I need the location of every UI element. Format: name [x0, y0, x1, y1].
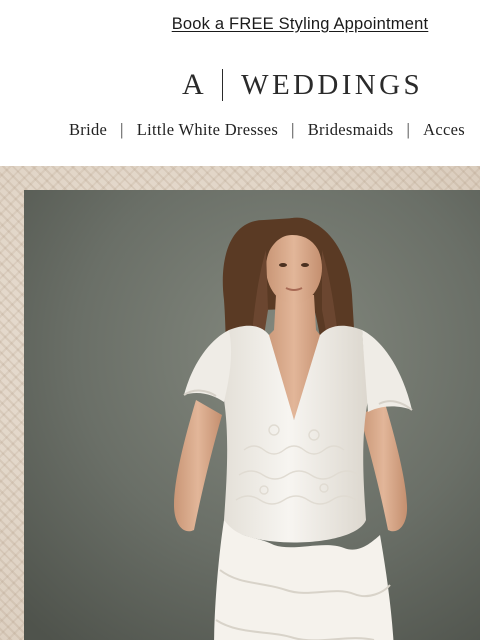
category-nav: Bride | Little White Dresses | Bridesmai… [69, 120, 465, 140]
styling-appointment-link[interactable]: Book a FREE Styling Appointment [0, 15, 480, 34]
model-illustration [24, 190, 480, 640]
brand-logo[interactable]: A WEDDINGS [182, 67, 423, 103]
nav-item-bride[interactable]: Bride [69, 120, 107, 140]
nav-separator: | [406, 120, 411, 139]
nav-separator: | [291, 120, 295, 139]
nav-separator: | [120, 120, 124, 139]
nav-item-bridesmaids[interactable]: Bridesmaids [308, 120, 394, 140]
nav-item-accessories[interactable]: Acces [423, 120, 465, 140]
hero-banner [0, 166, 480, 640]
logo-mark: A [182, 68, 205, 101]
logo-wordmark: WEDDINGS [241, 68, 424, 101]
nav-item-little-white-dresses[interactable]: Little White Dresses [137, 120, 278, 140]
hero-image[interactable] [24, 190, 480, 640]
logo-divider [221, 69, 224, 101]
email-page: Book a FREE Styling Appointment A WEDDIN… [0, 0, 480, 640]
